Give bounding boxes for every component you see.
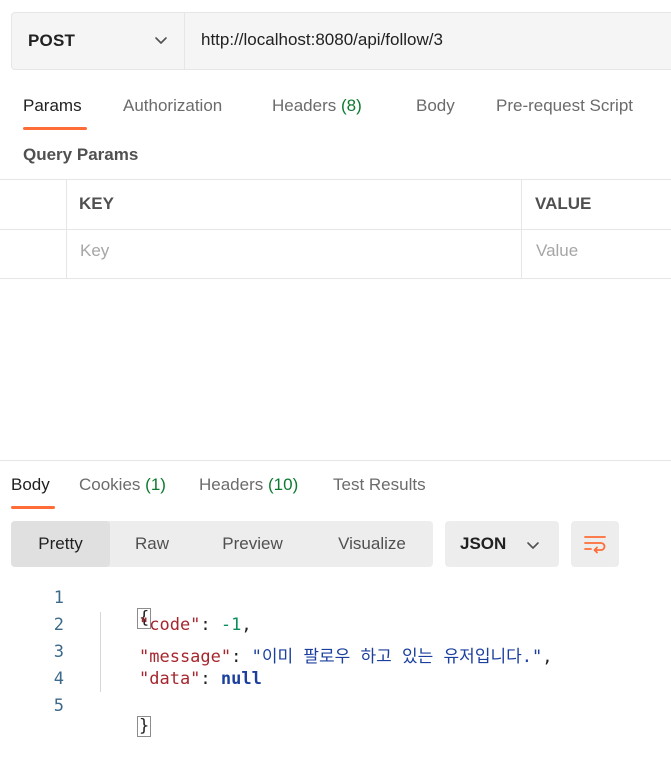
code-line: } (96, 696, 152, 757)
response-tab-cookies[interactable]: Cookies (1) (79, 475, 166, 495)
code-line: "data": null (139, 669, 262, 689)
key-input[interactable]: Key (80, 241, 109, 261)
format-label: JSON (460, 534, 507, 553)
query-params-title: Query Params (23, 145, 139, 164)
value-input[interactable]: Value (536, 241, 578, 261)
line-number: 3 (53, 642, 64, 662)
json-comma: , (241, 615, 252, 635)
response-tab-test-results[interactable]: Test Results (333, 475, 426, 495)
chevron-down-icon (155, 37, 167, 44)
json-key: "message" (139, 647, 232, 667)
url-input[interactable]: http://localhost:8080/api/follow/3 (201, 30, 443, 50)
json-key: "code" (139, 615, 201, 635)
line-number: 5 (53, 696, 64, 716)
method-select[interactable]: POST (12, 13, 185, 69)
tab-label: Headers (199, 475, 264, 494)
json-comma: , (542, 647, 553, 667)
view-pretty-button[interactable]: Pretty (11, 521, 110, 567)
tab-label: Params (23, 96, 82, 115)
response-tab-headers[interactable]: Headers (10) (199, 475, 298, 495)
code-line: "code": -1, (139, 615, 252, 635)
column-header-key: KEY (79, 194, 114, 213)
response-tab-body[interactable]: Body (11, 475, 50, 495)
json-value: "이미 팔로우 하고 있는 유저입니다." (251, 647, 543, 667)
column-header-value: VALUE (535, 194, 592, 213)
response-divider (0, 460, 671, 461)
format-select[interactable]: JSON (445, 521, 559, 567)
tab-count: (1) (145, 475, 166, 494)
table-divider (0, 179, 671, 180)
view-raw-button[interactable]: Raw (110, 521, 194, 567)
tab-label: Cookies (79, 475, 141, 494)
tab-params[interactable]: Params (23, 96, 82, 116)
view-preview-button[interactable]: Preview (194, 521, 311, 567)
tab-headers[interactable]: Headers (8) (272, 96, 362, 116)
tab-label: Body (416, 96, 455, 115)
method-label: POST (28, 31, 76, 50)
tab-label: Authorization (123, 96, 223, 115)
line-number: 4 (53, 669, 64, 689)
view-visualize-button[interactable]: Visualize (311, 521, 433, 567)
tab-body[interactable]: Body (416, 96, 455, 116)
code-line: "message": "이미 팔로우 하고 있는 유저입니다.", (139, 647, 553, 667)
table-column-divider (66, 179, 67, 278)
wrap-lines-icon (584, 536, 606, 554)
line-number: 2 (53, 615, 64, 635)
tab-label: Pre-request Script (496, 96, 633, 115)
request-bar: POST http://localhost:8080/api/follow/3 (11, 12, 671, 70)
tab-label: Body (11, 475, 50, 494)
active-response-tab-indicator (11, 506, 55, 509)
tab-pre-request-script[interactable]: Pre-request Script (496, 96, 633, 116)
chevron-down-icon (527, 542, 539, 549)
tab-authorization[interactable]: Authorization (123, 96, 222, 116)
table-column-divider (521, 179, 522, 278)
table-divider (0, 278, 671, 279)
wrap-lines-button[interactable] (571, 521, 619, 567)
tab-count: (10) (268, 475, 299, 494)
json-value: -1 (220, 615, 242, 635)
json-key: "data" (139, 669, 201, 689)
json-value: null (220, 669, 262, 689)
close-brace: } (136, 716, 152, 737)
tab-label: Test Results (333, 475, 426, 494)
line-number: 1 (53, 588, 64, 608)
active-tab-indicator (23, 127, 87, 130)
tab-label: Headers (272, 96, 337, 115)
table-divider (0, 229, 671, 230)
view-mode-group: Pretty Raw Preview Visualize (11, 521, 433, 567)
tab-count: (8) (341, 96, 362, 115)
